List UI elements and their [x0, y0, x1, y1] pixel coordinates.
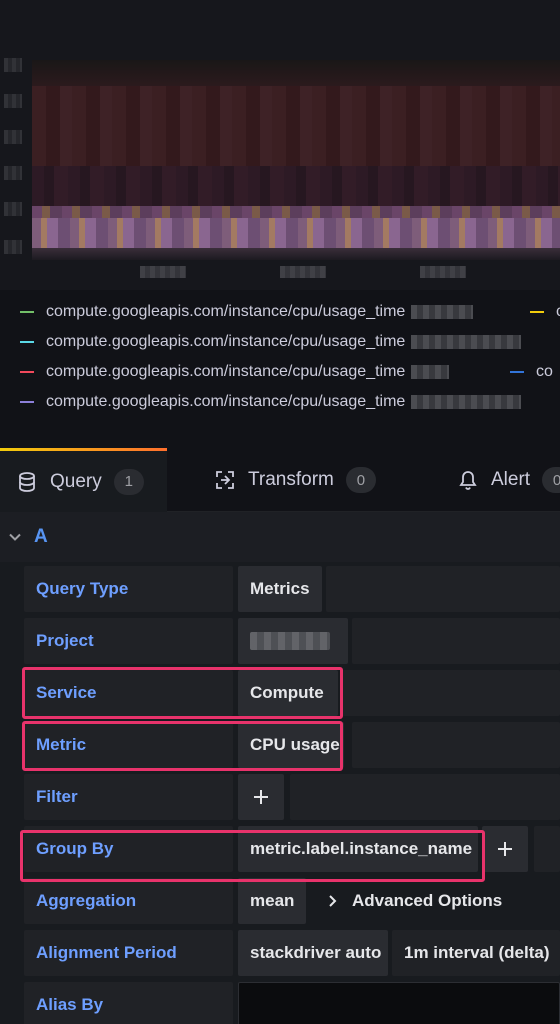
- series-color-swatch: [510, 371, 524, 373]
- alignment-period-label: Alignment Period: [24, 930, 233, 976]
- alignment-interval-info: 1m interval (delta): [392, 930, 560, 976]
- legend-row: compute.googleapis.com/instance/cpu/usag…: [0, 387, 560, 417]
- row-filler: [342, 670, 560, 716]
- chevron-down-icon[interactable]: [8, 530, 22, 544]
- row-filler: [326, 566, 560, 612]
- legend-label: c: [556, 303, 560, 320]
- database-icon: [16, 471, 38, 493]
- group-by-value[interactable]: metric.label.instance_name: [238, 826, 478, 872]
- aggregation-label: Aggregation: [24, 878, 233, 924]
- row-filler: [352, 722, 560, 768]
- series-color-swatch: [20, 401, 34, 403]
- series-color-swatch: [530, 311, 544, 313]
- legend-label: compute.googleapis.com/instance/cpu/usag…: [46, 363, 406, 380]
- alignment-period-select[interactable]: stackdriver auto: [238, 930, 388, 976]
- legend-row: compute.googleapis.com/instance/cpu/usag…: [0, 357, 560, 387]
- legend-item[interactable]: co: [510, 357, 553, 387]
- redacted-text: [411, 335, 522, 349]
- legend-row: compute.googleapis.com/instance/cpu/usag…: [0, 297, 560, 327]
- redacted-project: [250, 632, 330, 650]
- query-type-select[interactable]: Metrics: [238, 566, 322, 612]
- tab-label: Transform: [248, 469, 334, 490]
- y-axis-tick: [4, 94, 22, 108]
- add-group-by-button[interactable]: [482, 826, 528, 872]
- alias-by-input[interactable]: [238, 982, 560, 1024]
- y-axis-tick: [4, 58, 22, 72]
- legend-row: compute.googleapis.com/instance/cpu/usag…: [0, 327, 560, 357]
- x-axis-tick: [420, 266, 466, 278]
- tab-count-badge: 0: [542, 467, 560, 493]
- alias-by-label: Alias By: [24, 982, 233, 1024]
- project-select[interactable]: [238, 618, 348, 664]
- metric-select[interactable]: CPU usage: [238, 722, 344, 768]
- row-filler: [534, 826, 560, 872]
- legend-label: compute.googleapis.com/instance/cpu/usag…: [46, 303, 406, 320]
- tab-count-badge: 0: [345, 467, 376, 493]
- y-axis-tick: [4, 130, 22, 144]
- legend-label: compute.googleapis.com/instance/cpu/usag…: [46, 393, 406, 410]
- redacted-text: [411, 395, 522, 409]
- x-axis-tick: [140, 266, 186, 278]
- transform-icon: [214, 469, 236, 491]
- legend-label: co: [536, 363, 553, 380]
- graph-area[interactable]: [32, 60, 560, 260]
- query-editor: A Query Type Metrics Project Service Com…: [0, 512, 560, 1024]
- plus-icon: [254, 790, 268, 804]
- plus-icon: [498, 842, 512, 856]
- time-series-panel: [0, 0, 560, 290]
- tab-alert[interactable]: Alert 0: [457, 448, 560, 512]
- row-filler: [352, 618, 560, 664]
- query-ref-id[interactable]: A: [34, 526, 48, 548]
- metric-label: Metric: [24, 722, 233, 768]
- series-color-swatch: [20, 341, 34, 343]
- aggregation-select[interactable]: mean: [238, 878, 306, 924]
- editor-tabs: Query 1 Transform 0 Alert 0: [0, 448, 560, 512]
- legend-item[interactable]: compute.googleapis.com/instance/cpu/usag…: [20, 387, 522, 417]
- advanced-options-label: Advanced Options: [352, 891, 503, 910]
- y-axis-tick: [4, 202, 22, 216]
- redacted-text: [411, 365, 450, 379]
- tab-query[interactable]: Query 1: [0, 448, 167, 512]
- y-axis-tick: [4, 166, 22, 180]
- row-filler: [290, 774, 560, 820]
- legend-item[interactable]: compute.googleapis.com/instance/cpu/usag…: [20, 297, 474, 327]
- project-label: Project: [24, 618, 233, 664]
- filter-label: Filter: [24, 774, 233, 820]
- chevron-right-icon: [328, 895, 338, 907]
- bell-icon: [457, 469, 479, 491]
- tab-label: Query: [50, 470, 102, 492]
- legend-label: compute.googleapis.com/instance/cpu/usag…: [46, 333, 406, 350]
- legend-item[interactable]: c: [530, 297, 560, 327]
- service-select[interactable]: Compute: [238, 670, 338, 716]
- query-type-label: Query Type: [24, 566, 233, 612]
- tab-transform[interactable]: Transform 0: [214, 448, 376, 512]
- redacted-text: [411, 305, 474, 319]
- legend-item[interactable]: compute.googleapis.com/instance/cpu/usag…: [20, 357, 450, 387]
- group-by-label: Group By: [24, 826, 233, 872]
- series-color-swatch: [20, 371, 34, 373]
- series-color-swatch: [20, 311, 34, 313]
- add-filter-button[interactable]: [238, 774, 284, 820]
- tab-label: Alert: [491, 469, 531, 490]
- query-row-header[interactable]: A: [0, 512, 560, 562]
- y-axis-tick: [4, 240, 22, 254]
- x-axis-tick: [280, 266, 326, 278]
- service-label: Service: [24, 670, 233, 716]
- advanced-options-toggle[interactable]: Advanced Options: [328, 878, 502, 924]
- tab-count-badge: 1: [113, 468, 144, 495]
- legend-item[interactable]: compute.googleapis.com/instance/cpu/usag…: [20, 327, 522, 357]
